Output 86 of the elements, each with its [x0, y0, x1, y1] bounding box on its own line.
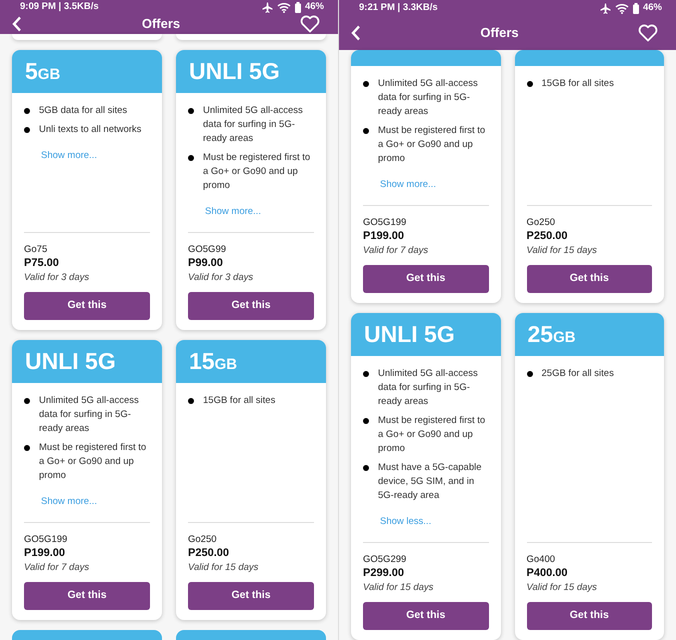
- battery-icon: [632, 2, 639, 14]
- bullet-icon: [363, 81, 369, 87]
- bullet-icon: [188, 108, 194, 114]
- airplane-icon: [262, 2, 273, 13]
- get-this-button[interactable]: Get this: [526, 602, 652, 630]
- get-this-button[interactable]: Get this: [188, 582, 314, 610]
- price: P75.00: [24, 256, 60, 271]
- get-this-button[interactable]: Get this: [526, 265, 652, 293]
- bullet-icon: [363, 371, 369, 377]
- bullet-icon: [24, 398, 30, 404]
- promo-code: Go75: [24, 242, 48, 256]
- wifi-icon: [614, 2, 629, 14]
- bullet-icon: [363, 418, 369, 424]
- plan-title: 5GB: [25, 60, 60, 83]
- heart-icon: [300, 15, 320, 33]
- status-text: 9:21 PM | 3.3KB/s: [359, 0, 438, 15]
- back-button[interactable]: [351, 25, 361, 42]
- plan-title: UNLI 5G: [364, 323, 455, 346]
- get-this-button[interactable]: Get this: [24, 582, 150, 610]
- get-this-button[interactable]: Get this: [363, 602, 488, 630]
- validity-text: Valid for 7 days: [24, 560, 90, 574]
- get-this-button[interactable]: Get this: [363, 265, 488, 293]
- feature-text: 15GB for all sites: [542, 77, 614, 91]
- feature-text: Must be registered first to a Go+ or Go90 and up promo: [39, 440, 148, 483]
- validity-text: Valid for 15 days: [526, 581, 598, 594]
- promo-code: GO5G199: [363, 216, 408, 229]
- feature-text: Unlimited 5G all-access data for surfing in 5G-ready areas: [203, 104, 304, 146]
- get-this-button[interactable]: Get this: [24, 292, 150, 320]
- battery-icon: [294, 2, 301, 13]
- validity-text: Valid for 3 days: [24, 270, 90, 284]
- plan-title: UNLI 5G: [25, 350, 116, 373]
- bullet-icon: [526, 371, 532, 377]
- validity-text: Valid for 7 days: [363, 244, 430, 257]
- promo-code: Go250: [526, 216, 556, 229]
- validity-text: Valid for 15 days: [526, 244, 598, 257]
- price: P199.00: [24, 546, 66, 561]
- price: P250.00: [526, 229, 568, 244]
- heart-icon: [638, 24, 658, 42]
- validity-text: Valid for 15 days: [363, 581, 434, 594]
- screen-title: Offers: [142, 15, 180, 34]
- feature-text: 5GB data for all sites: [39, 104, 128, 118]
- back-button[interactable]: [12, 16, 22, 32]
- bullet-icon: [188, 398, 194, 404]
- back-icon: [12, 16, 22, 32]
- get-this-button[interactable]: Get this: [188, 292, 314, 320]
- validity-text: Valid for 15 days: [188, 560, 260, 574]
- back-icon: [351, 25, 361, 42]
- status-text: 9:09 PM | 3.5KB/s: [20, 0, 99, 14]
- price: P250.00: [188, 546, 230, 561]
- battery-level: 46%: [642, 0, 662, 15]
- plan-title: 25GB: [528, 323, 576, 346]
- bullet-icon: [24, 126, 30, 133]
- promo-code: Go250: [188, 532, 218, 546]
- screen-title: Offers: [480, 24, 519, 42]
- feature-text: Must be registered first to a Go+ or Go90 and up promo: [378, 124, 486, 166]
- feature-text: Must have a 5G-capable device, 5G SIM, and in 5G-ready area: [378, 461, 483, 503]
- feature-text: Unlimited 5G all-access data for surfing in 5G-ready areas: [39, 394, 140, 436]
- plan-title: UNLI 5G: [189, 60, 280, 83]
- bullet-icon: [526, 81, 532, 87]
- price: P199.00: [363, 229, 405, 244]
- promo-code: GO5G299: [363, 553, 408, 566]
- feature-text: Must be registered first to a Go+ or Go90 and up promo: [203, 150, 312, 193]
- feature-text: Unlimited 5G all-access data for surfing in 5G-ready areas: [378, 367, 479, 409]
- feature-text: 25GB for all sites: [542, 367, 614, 381]
- wifi-icon: [276, 2, 291, 13]
- feature-text: Unli texts to all networks: [39, 122, 142, 137]
- promo-code: GO5G99: [188, 242, 228, 256]
- validity-text: Valid for 3 days: [188, 270, 254, 284]
- battery-level: 46%: [304, 0, 324, 14]
- promo-code: GO5G199: [24, 532, 68, 546]
- favorite-button[interactable]: [638, 24, 658, 42]
- plan-title: 15GB: [189, 350, 238, 373]
- favorite-button[interactable]: [300, 15, 320, 33]
- bullet-icon: [188, 154, 194, 161]
- bullet-icon: [24, 108, 30, 114]
- price: P400.00: [526, 566, 568, 581]
- feature-text: Must be registered first to a Go+ or Go90 and up promo: [378, 414, 486, 456]
- feature-text: Unlimited 5G all-access data for surfing in 5G-ready areas: [378, 77, 479, 119]
- bullet-icon: [24, 444, 30, 451]
- bullet-icon: [363, 128, 369, 134]
- feature-text: 15GB for all sites: [203, 394, 276, 408]
- price: P299.00: [363, 566, 405, 581]
- promo-code: Go400: [526, 553, 556, 566]
- price: P99.00: [188, 256, 224, 271]
- airplane-icon: [600, 2, 611, 14]
- bullet-icon: [363, 465, 369, 471]
